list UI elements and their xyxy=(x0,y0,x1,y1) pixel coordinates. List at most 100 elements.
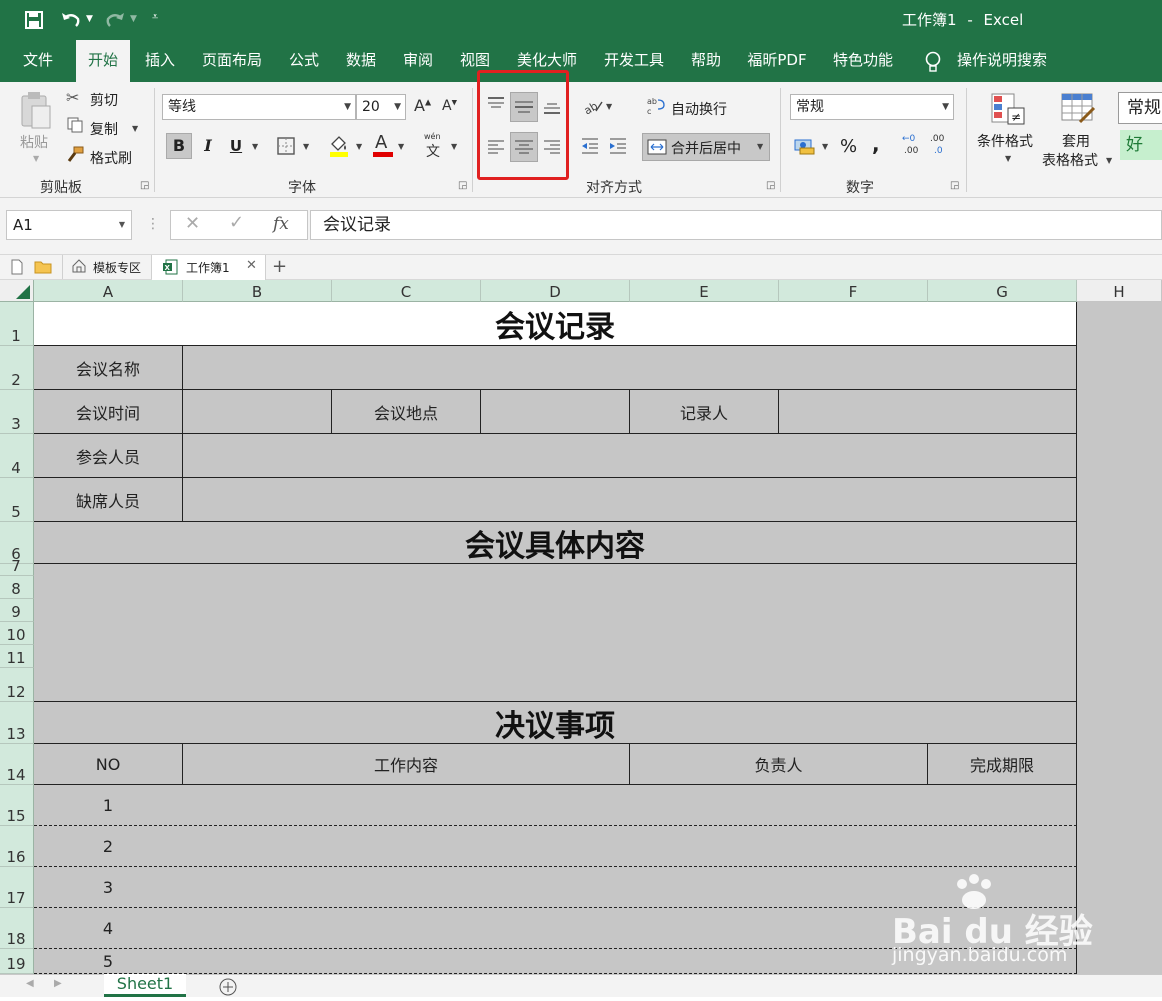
cell-attendees-label[interactable]: 参会人员 xyxy=(34,434,183,478)
chevron-down-icon[interactable]: ▼ xyxy=(303,142,309,151)
chevron-left-icon[interactable]: ◀ xyxy=(26,978,34,989)
tab-developer[interactable]: 开发工具 xyxy=(594,40,674,82)
row-header-16[interactable]: 16 xyxy=(0,826,34,867)
merge-center-button[interactable]: 合并后居中 ▼ xyxy=(642,133,770,161)
chevron-down-icon[interactable]: ▼ xyxy=(451,142,457,151)
tab-foxit-pdf[interactable]: 福昕PDF xyxy=(738,40,816,82)
row-header-7[interactable]: 7 xyxy=(0,557,34,576)
chevron-down-icon[interactable]: ▼ xyxy=(252,142,258,151)
italic-button[interactable]: I xyxy=(196,133,220,159)
increase-font-size-icon[interactable]: A▲ xyxy=(414,96,431,115)
decrease-decimal-icon[interactable]: .00 .0 xyxy=(930,134,954,160)
cell-title[interactable]: 会议记录 xyxy=(34,302,1077,346)
chevron-down-icon[interactable]: ▼ xyxy=(86,14,93,24)
close-icon[interactable]: ✕ xyxy=(246,258,257,273)
row-header-19[interactable]: 19 xyxy=(0,949,34,974)
paste-button[interactable]: 粘贴 xyxy=(20,132,48,152)
cell-header-owner[interactable]: 负责人 xyxy=(630,744,928,785)
add-tab-button[interactable]: + xyxy=(272,255,287,279)
save-icon[interactable] xyxy=(24,10,44,30)
tab-page-layout[interactable]: 页面布局 xyxy=(192,40,272,82)
underline-button[interactable]: U xyxy=(224,133,248,159)
dialog-launcher-icon[interactable]: ◲ xyxy=(458,180,467,191)
dialog-launcher-icon[interactable]: ◲ xyxy=(950,180,959,191)
row-header-4[interactable]: 4 xyxy=(0,434,34,478)
row-header-9[interactable]: 9 xyxy=(0,599,34,622)
style-good[interactable]: 好 xyxy=(1120,130,1162,160)
column-header-h[interactable]: H xyxy=(1077,280,1162,302)
cell-attendees-value[interactable] xyxy=(183,434,1077,478)
select-all-corner[interactable] xyxy=(0,280,34,302)
tab-workbook[interactable]: X 工作簿1 ✕ xyxy=(152,255,266,280)
cell-meeting-place-label[interactable]: 会议地点 xyxy=(332,390,481,434)
cell-meeting-time-value[interactable] xyxy=(183,390,332,434)
format-as-table-line1[interactable]: 套用 xyxy=(1062,131,1090,151)
cell-item-row-2[interactable]: 2 xyxy=(34,826,1077,867)
orientation-icon[interactable]: ab xyxy=(582,96,604,117)
decrease-font-size-icon[interactable]: A▼ xyxy=(442,98,457,114)
insert-function-icon[interactable]: fx xyxy=(273,214,289,234)
cell-item-row-1[interactable]: 1 xyxy=(34,785,1077,826)
decrease-indent-icon[interactable] xyxy=(580,136,600,156)
phonetic-guide-icon[interactable]: wén 文 xyxy=(424,132,444,160)
tab-help[interactable]: 帮助 xyxy=(682,40,730,82)
cell-header-work[interactable]: 工作内容 xyxy=(183,744,630,785)
tab-formulas[interactable]: 公式 xyxy=(280,40,328,82)
comma-style-button[interactable]: , xyxy=(872,132,880,156)
column-header-g[interactable]: G xyxy=(928,280,1077,302)
number-format-select[interactable]: 常规 ▼ xyxy=(790,94,954,120)
enter-check-icon[interactable]: ✓ xyxy=(229,212,244,233)
cell-resolution-title[interactable]: 决议事项 xyxy=(34,702,1077,744)
cell-content-body[interactable] xyxy=(34,564,1077,702)
cell-absentees-value[interactable] xyxy=(183,478,1077,522)
name-box[interactable]: A1 ▼ xyxy=(6,210,132,240)
undo-icon[interactable] xyxy=(60,10,82,30)
cell-content-title[interactable]: 会议具体内容 xyxy=(34,522,1077,564)
add-sheet-icon[interactable] xyxy=(218,977,238,997)
cell-header-deadline[interactable]: 完成期限 xyxy=(928,744,1077,785)
row-header-10[interactable]: 10 xyxy=(0,622,34,645)
conditional-formatting-button[interactable]: 条件格式 xyxy=(977,131,1033,151)
row-header-11[interactable]: 11 xyxy=(0,645,34,668)
font-name-select[interactable]: 等线 ▼ xyxy=(162,94,356,120)
bold-button[interactable]: B xyxy=(166,133,192,159)
font-color-icon[interactable]: A xyxy=(372,132,394,158)
lightbulb-icon[interactable] xyxy=(924,51,942,73)
chevron-right-icon[interactable]: ▶ xyxy=(54,978,62,989)
chevron-down-icon[interactable]: ▼ xyxy=(132,124,138,133)
format-as-table-icon[interactable] xyxy=(1060,92,1096,126)
paste-icon[interactable] xyxy=(18,90,54,130)
column-header-a[interactable]: A xyxy=(34,280,183,302)
formula-input[interactable]: 会议记录 xyxy=(310,210,1162,240)
new-file-icon[interactable] xyxy=(10,259,24,275)
row-header-14[interactable]: 14 xyxy=(0,744,34,785)
chevron-down-icon[interactable]: ▼ xyxy=(356,142,362,151)
font-size-select[interactable]: 20 ▼ xyxy=(356,94,406,120)
percent-style-button[interactable]: % xyxy=(840,136,857,157)
row-header-18[interactable]: 18 xyxy=(0,908,34,949)
increase-decimal-icon[interactable]: ←0 .00 xyxy=(902,134,926,160)
cut-button[interactable]: 剪切 xyxy=(90,90,118,110)
wrap-text-icon[interactable]: ab c xyxy=(646,96,666,116)
scissors-icon[interactable]: ✂ xyxy=(66,88,79,107)
row-header-2[interactable]: 2 xyxy=(0,346,34,390)
fill-color-icon[interactable] xyxy=(328,134,350,158)
tab-insert[interactable]: 插入 xyxy=(136,40,184,82)
chevron-down-icon[interactable]: ▼ xyxy=(822,142,828,151)
cell-meeting-name-label[interactable]: 会议名称 xyxy=(34,346,183,390)
copy-icon[interactable] xyxy=(66,116,84,134)
column-header-d[interactable]: D xyxy=(481,280,630,302)
row-header-12[interactable]: 12 xyxy=(0,668,34,702)
tab-special-features[interactable]: 特色功能 xyxy=(824,40,902,82)
cell-meeting-time-label[interactable]: 会议时间 xyxy=(34,390,183,434)
conditional-formatting-icon[interactable]: ≠ xyxy=(990,92,1026,126)
chevron-down-icon[interactable]: ▼ xyxy=(606,102,612,111)
column-header-c[interactable]: C xyxy=(332,280,481,302)
column-header-e[interactable]: E xyxy=(630,280,779,302)
tab-data[interactable]: 数据 xyxy=(336,40,386,82)
dialog-launcher-icon[interactable]: ◲ xyxy=(766,180,775,191)
currency-icon[interactable] xyxy=(794,136,816,156)
row-header-15[interactable]: 15 xyxy=(0,785,34,826)
customize-toolbar-icon[interactable]: ⩡ xyxy=(152,10,158,24)
sheet-tab-sheet1[interactable]: Sheet1 xyxy=(104,974,186,997)
